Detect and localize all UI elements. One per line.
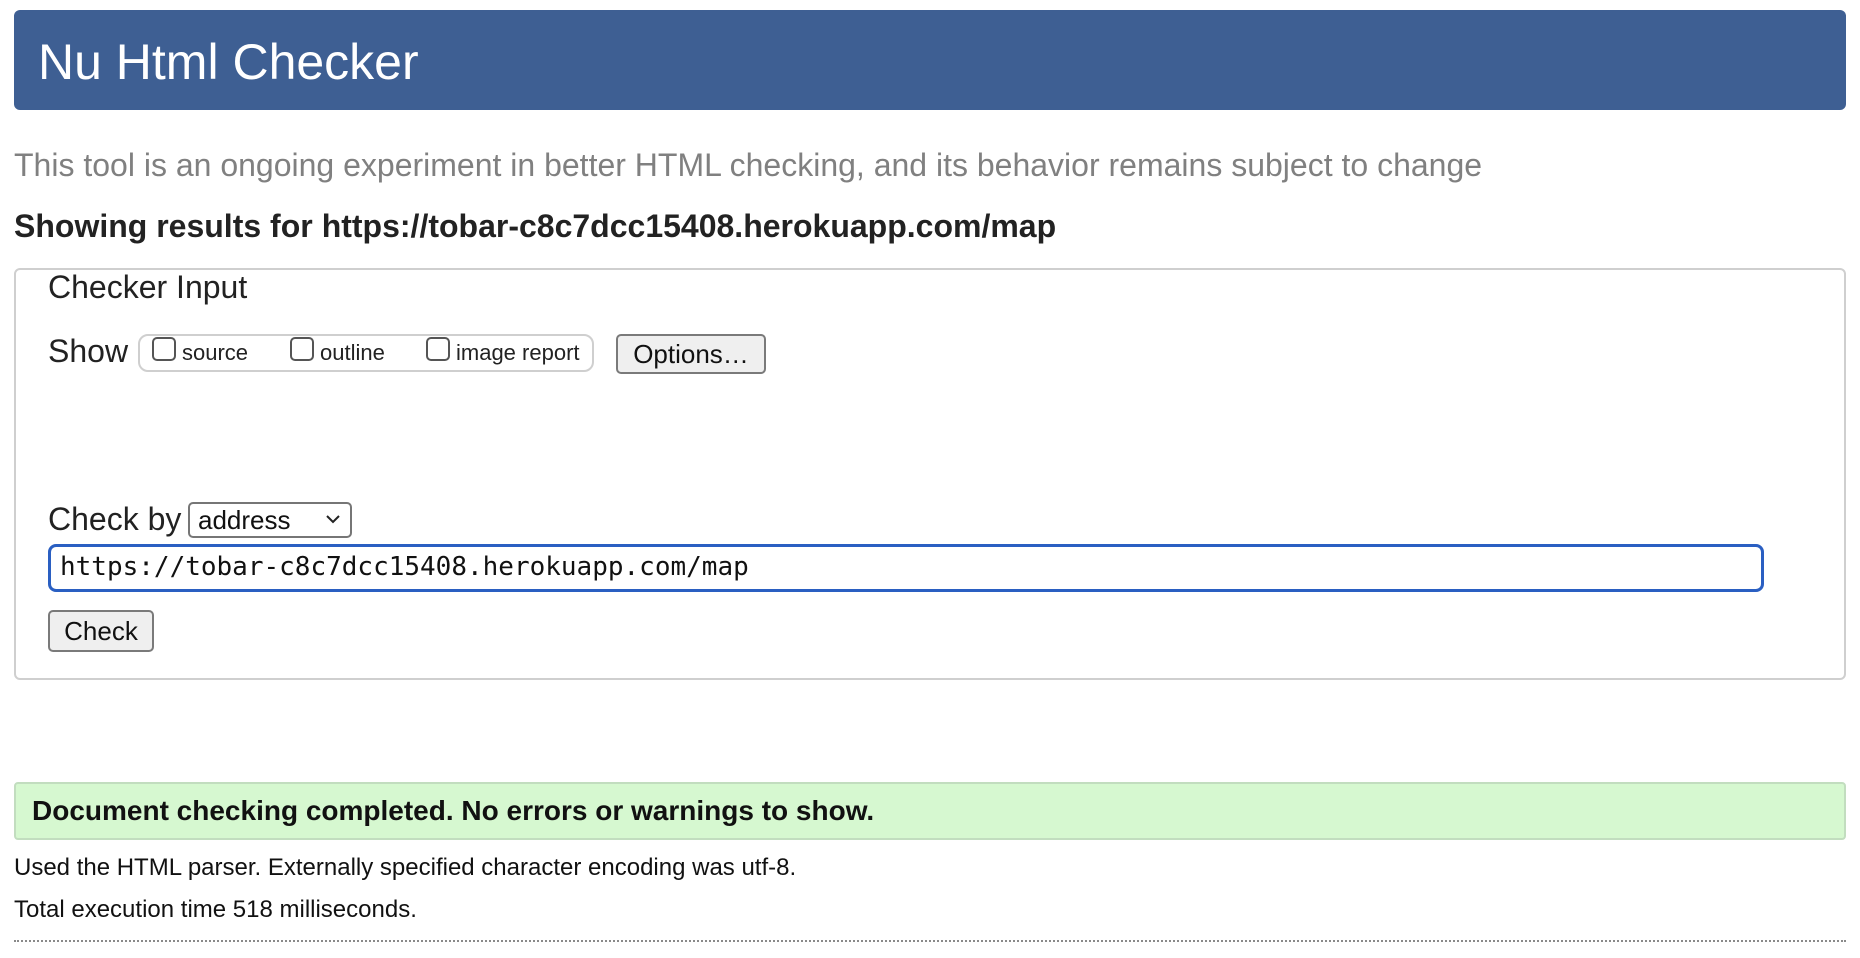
outline-checkbox-label: outline	[320, 340, 385, 365]
checker-input-fieldset	[14, 268, 1846, 680]
show-outline-option[interactable]: outline	[290, 334, 385, 372]
divider	[14, 940, 1846, 942]
source-checkbox[interactable]	[152, 337, 176, 361]
check-by-selected-value: address	[198, 505, 291, 535]
image-report-checkbox[interactable]	[426, 337, 450, 361]
page-header: Nu Html Checker	[14, 10, 1846, 110]
parser-info: Used the HTML parser. Externally specifi…	[14, 854, 797, 881]
chevron-down-icon	[326, 515, 340, 524]
check-by-select[interactable]: address	[188, 502, 352, 538]
show-label: Show	[48, 333, 129, 369]
source-checkbox-label: source	[182, 340, 249, 365]
results-heading-prefix: Showing results for	[14, 208, 313, 244]
page: Nu Html Checker This tool is an ongoing …	[0, 0, 1860, 958]
results-heading: Showing results for https://tobar-c8c7dcc…	[14, 207, 1056, 245]
check-button[interactable]: Check	[48, 610, 154, 652]
execution-time-info: Total execution time 518 milliseconds.	[14, 896, 417, 923]
options-button[interactable]: Options…	[616, 334, 766, 374]
show-image-report-option[interactable]: image report	[426, 334, 580, 372]
status-message: Document checking completed. No errors o…	[14, 782, 1846, 840]
outline-checkbox[interactable]	[290, 337, 314, 361]
check-by-label: Check by	[48, 501, 182, 537]
url-input[interactable]: https://tobar-c8c7dcc15408.herokuapp.com…	[48, 544, 1764, 592]
results-heading-url: https://tobar-c8c7dcc15408.herokuapp.com…	[321, 208, 1057, 244]
tagline: This tool is an ongoing experiment in be…	[14, 147, 1483, 183]
image-report-checkbox-label: image report	[456, 340, 580, 365]
checker-input-legend: Checker Input	[44, 270, 252, 306]
page-title: Nu Html Checker	[38, 34, 419, 90]
show-source-option[interactable]: source	[152, 334, 248, 372]
